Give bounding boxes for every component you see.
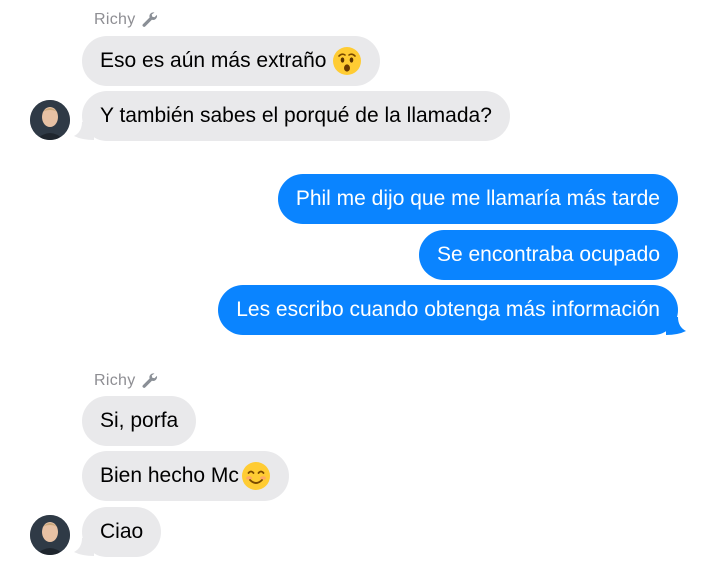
message-bubble-outgoing[interactable]: Phil me dijo que me llamaría más tarde — [277, 174, 678, 224]
message-bubble-incoming[interactable]: Eso es aún más extraño — [82, 36, 381, 86]
avatar[interactable] — [30, 515, 70, 555]
hushed-face-emoji — [333, 47, 362, 75]
wrench-icon — [142, 373, 157, 388]
message-bubble-incoming[interactable]: Ciao — [82, 507, 162, 557]
message-bubble-incoming[interactable]: Y también sabes el porqué de la llamada? — [82, 91, 510, 141]
message-bubble-incoming[interactable]: Si, porfa — [82, 396, 197, 446]
avatar[interactable] — [30, 100, 70, 140]
wrench-icon — [142, 12, 157, 27]
message-bubble-outgoing[interactable]: Les escribo cuando obtenga más informaci… — [218, 285, 678, 335]
sender-name: Richy — [94, 371, 160, 391]
message-bubble-incoming[interactable]: Bien hecho Mc — [82, 451, 289, 501]
message-bubble-outgoing[interactable]: Se encontraba ocupado — [418, 230, 678, 280]
smiling-face-emoji — [241, 462, 270, 490]
sender-name: Richy — [94, 10, 160, 30]
